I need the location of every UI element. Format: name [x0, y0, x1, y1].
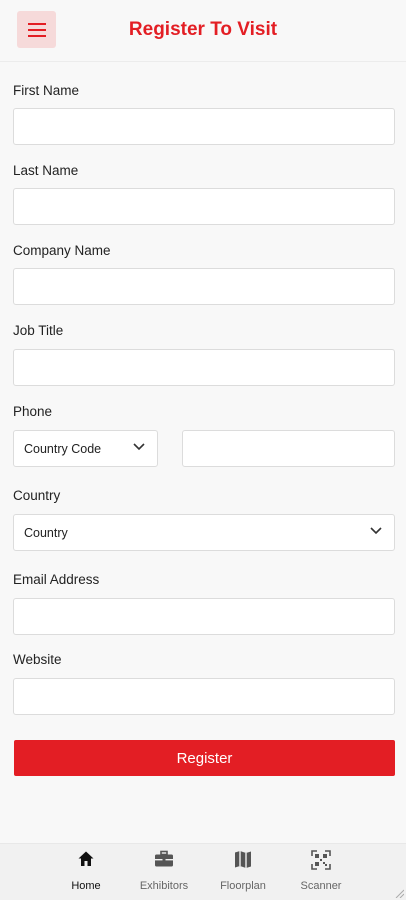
first-name-label: First Name	[13, 83, 80, 98]
app-header: Register To Visit	[0, 0, 406, 62]
phone-number-field[interactable]	[182, 430, 395, 467]
first-name-field[interactable]	[13, 108, 395, 145]
bottom-tab-bar: Home Exhibitors Floorplan Scanner	[0, 843, 406, 900]
tab-exhibitors[interactable]: Exhibitors	[129, 844, 199, 900]
home-icon	[78, 851, 94, 866]
last-name-field[interactable]	[13, 188, 395, 225]
phone-label: Phone	[13, 404, 53, 419]
country-select[interactable]: Country	[13, 514, 395, 551]
tab-floorplan-label: Floorplan	[220, 880, 266, 892]
register-button[interactable]: Register	[14, 740, 395, 776]
last-name-label: Last Name	[13, 163, 79, 178]
email-label: Email Address	[13, 572, 100, 587]
country-code-select[interactable]: Country Code	[13, 430, 158, 467]
resize-grip-icon	[395, 889, 404, 898]
job-title-field[interactable]	[13, 349, 395, 386]
tab-floorplan[interactable]: Floorplan	[208, 844, 278, 900]
website-label: Website	[13, 652, 62, 667]
country-label: Country	[13, 488, 61, 503]
job-title-label: Job Title	[13, 323, 64, 338]
tab-home[interactable]: Home	[51, 844, 121, 900]
tab-scanner[interactable]: Scanner	[286, 844, 356, 900]
page-title: Register To Visit	[128, 19, 278, 40]
briefcase-icon	[155, 850, 173, 867]
tab-scanner-label: Scanner	[300, 880, 342, 892]
country-value: Country	[24, 525, 68, 540]
company-name-field[interactable]	[13, 268, 395, 305]
tab-home-label: Home	[71, 880, 101, 892]
email-field[interactable]	[13, 598, 395, 635]
qr-scanner-icon	[311, 850, 331, 870]
map-icon	[235, 851, 251, 868]
chevron-down-icon	[370, 527, 382, 535]
company-name-label: Company Name	[13, 243, 111, 258]
tab-exhibitors-label: Exhibitors	[139, 880, 189, 892]
website-field[interactable]	[13, 678, 395, 715]
country-code-value: Country Code	[24, 441, 102, 456]
chevron-down-icon	[133, 443, 145, 451]
